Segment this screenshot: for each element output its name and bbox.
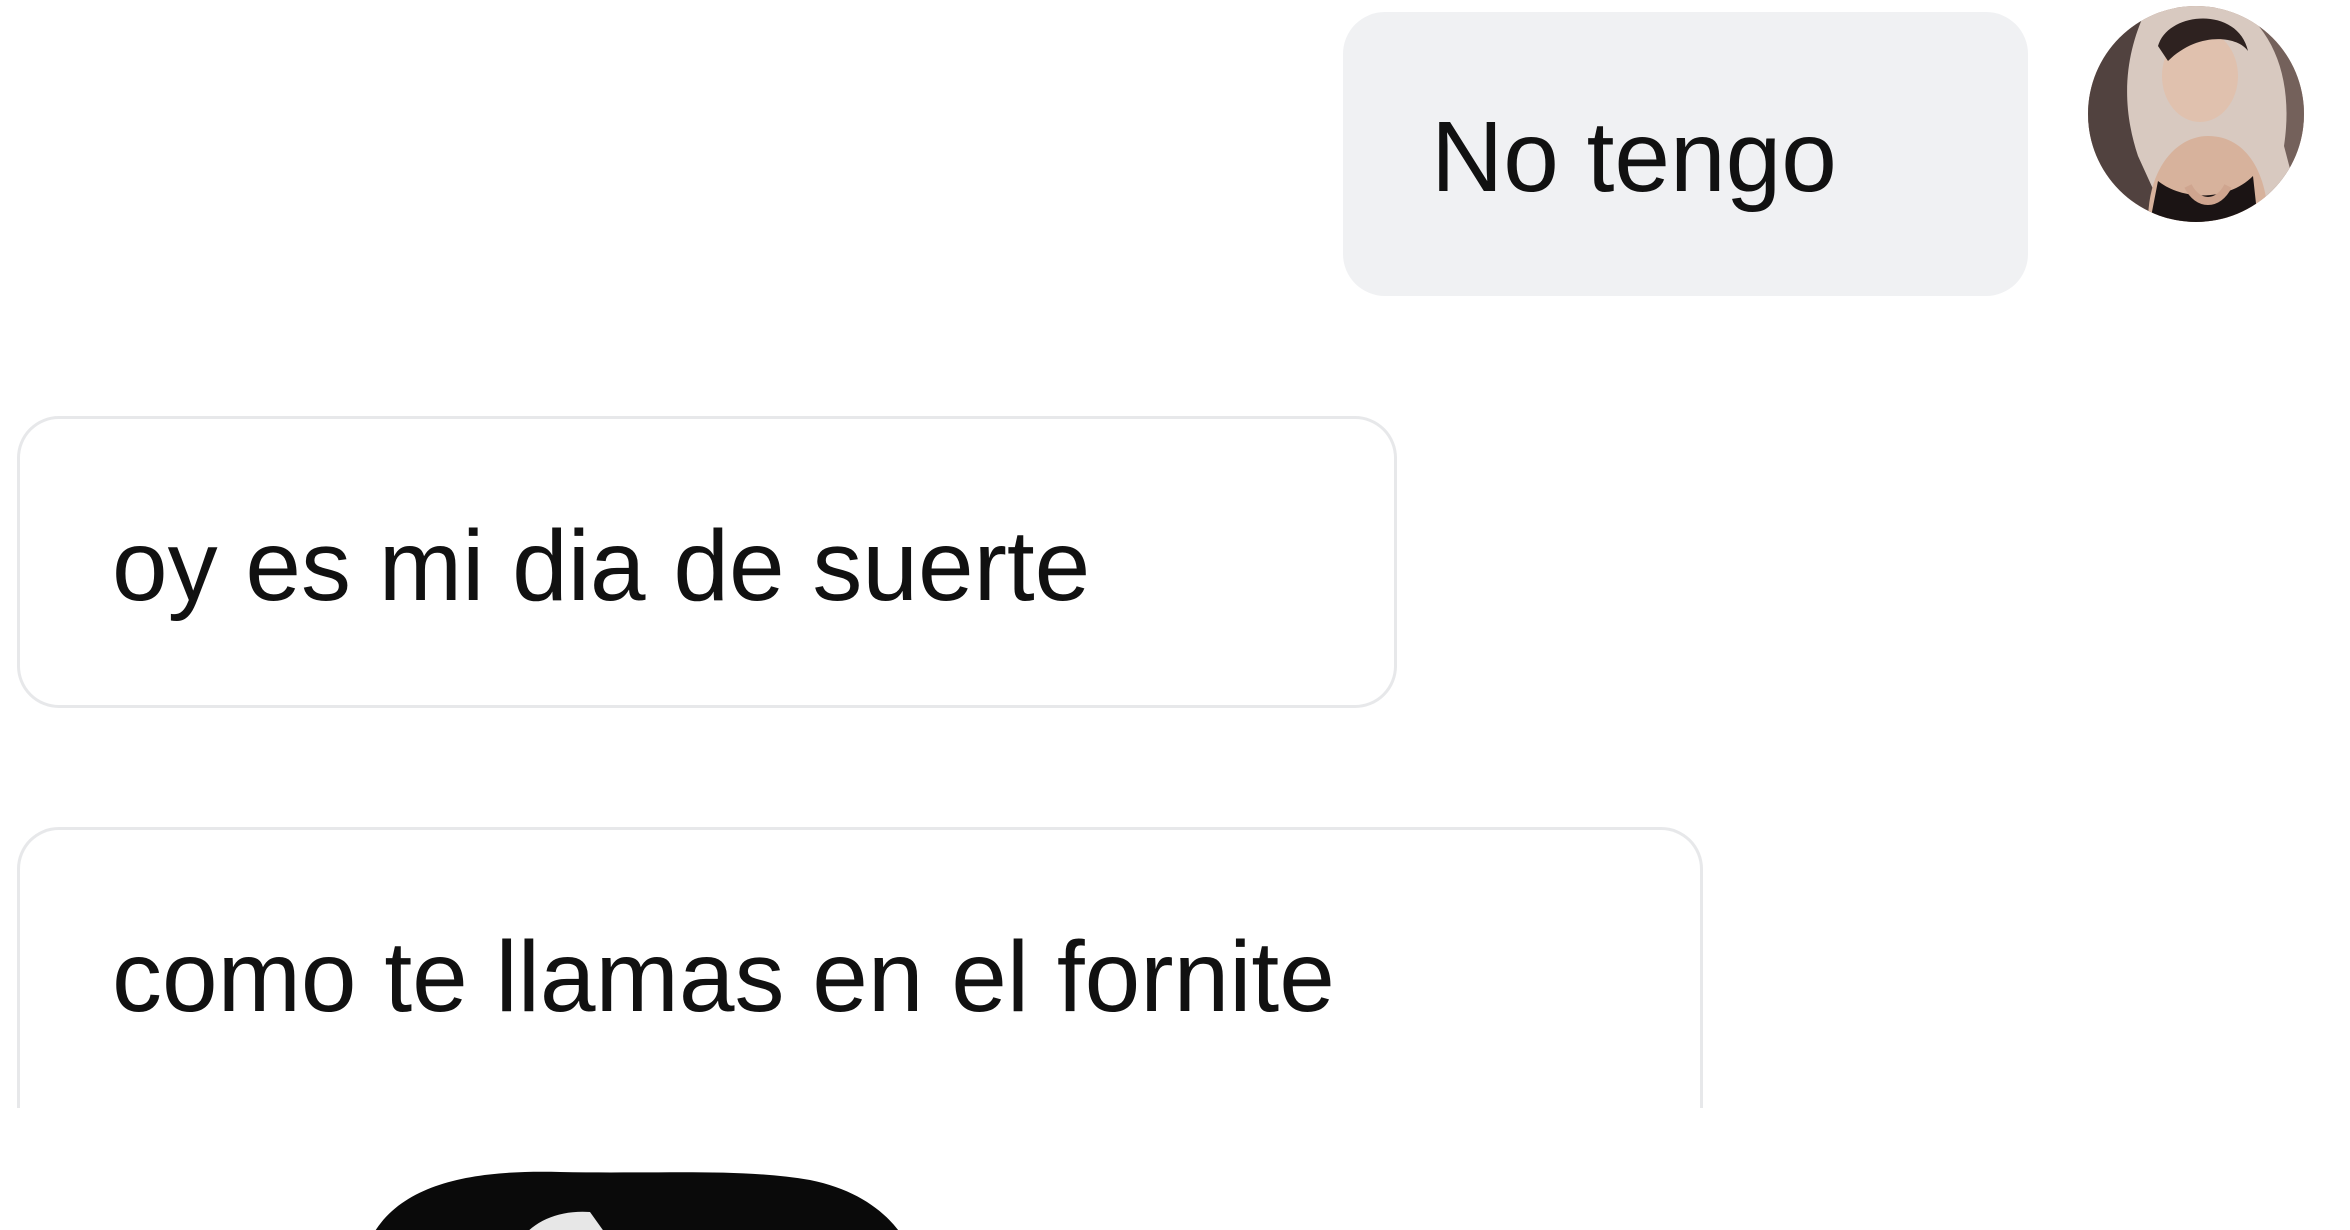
chat-thread: No tengo oy es mi dia de suerte como te … (0, 0, 2350, 1230)
message-text: como te llamas en el fornite (112, 921, 1335, 1033)
message-bubble-incoming[interactable]: como te llamas en el fornite (17, 827, 1703, 1119)
message-bubble-incoming[interactable]: oy es mi dia de suerte (17, 416, 1397, 708)
avatar[interactable] (2088, 6, 2304, 222)
message-text: No tengo (1431, 101, 1837, 213)
message-text: oy es mi dia de suerte (112, 510, 1091, 622)
user-photo-avatar-icon (2088, 6, 2304, 222)
crop-edge (0, 1108, 1750, 1122)
scribble-mark (375, 1171, 899, 1230)
message-bubble-outgoing[interactable]: No tengo (1343, 12, 2028, 296)
